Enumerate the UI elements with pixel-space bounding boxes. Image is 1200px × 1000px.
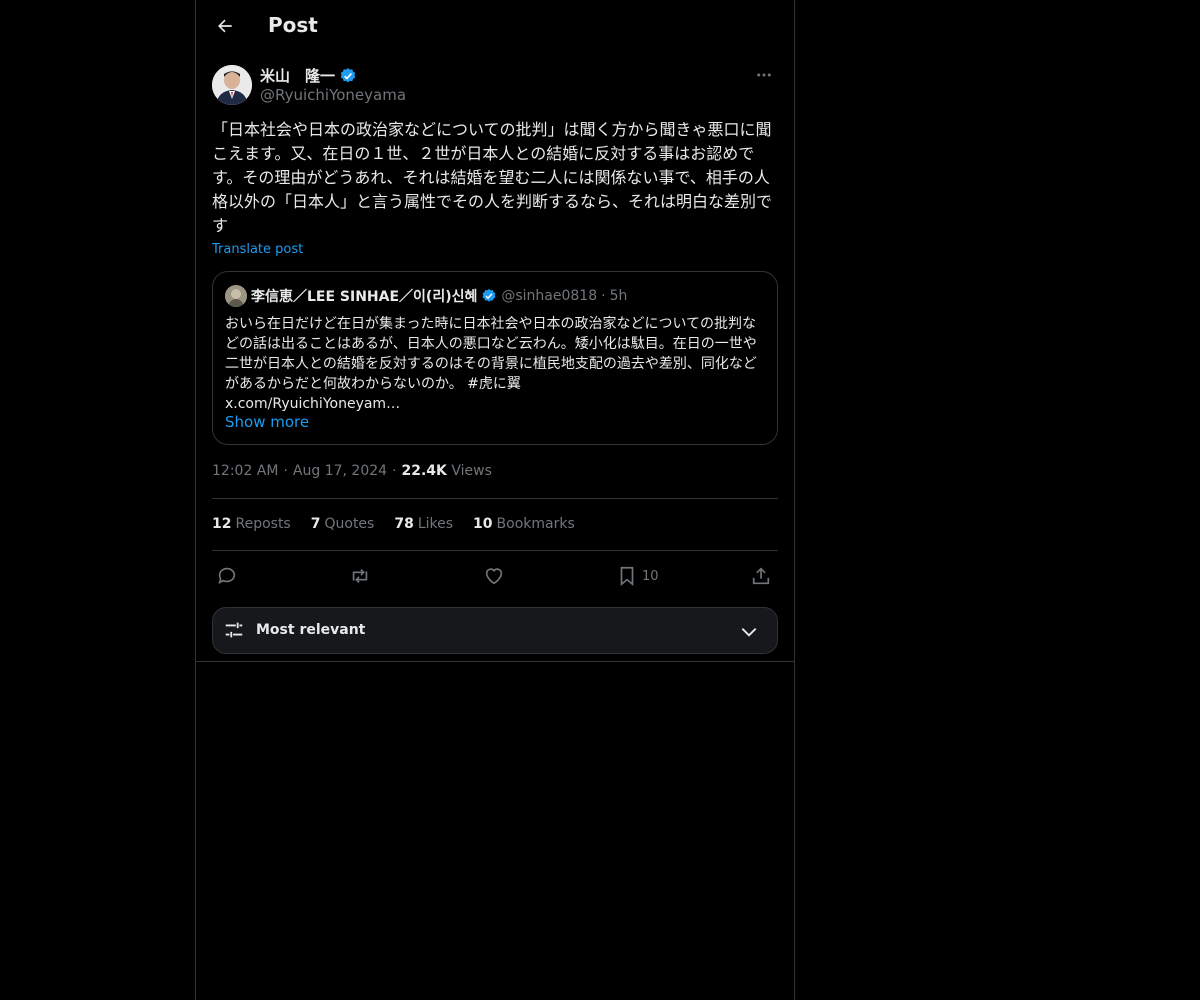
divider (212, 498, 778, 499)
divider (212, 550, 778, 551)
avatar-image (212, 65, 252, 105)
quotes-stat[interactable]: 7 Quotes (311, 516, 375, 532)
quotes-count: 7 (310, 516, 321, 532)
more-options-button[interactable] (750, 61, 778, 89)
verified-badge-icon (340, 67, 356, 82)
separator-dot: · (283, 463, 288, 479)
back-button[interactable] (208, 9, 242, 43)
translate-post-link[interactable]: Translate post (212, 242, 303, 257)
bookmarks-count: 10 (473, 516, 493, 532)
bookmarks-stat[interactable]: 10 Bookmarks (473, 516, 575, 532)
views-label: Views (451, 463, 492, 479)
header: Post (196, 0, 794, 53)
likes-stat[interactable]: 78 Likes (394, 516, 453, 532)
like-button[interactable] (483, 562, 505, 590)
bookmarks-label: Bookmarks (496, 516, 575, 532)
divider (196, 661, 794, 662)
bookmark-button[interactable]: 10 (616, 562, 659, 590)
quoted-post-text: おいら在日だけど在日が集まった時に日本社会や日本の政治家などについての批判などの… (225, 316, 757, 412)
repost-button[interactable] (349, 562, 371, 590)
post-date[interactable]: Aug 17, 2024 (293, 463, 387, 479)
bookmark-icon (620, 566, 634, 587)
author-name[interactable]: 米山 隆一 (260, 65, 335, 86)
share-button[interactable] (750, 562, 772, 590)
main-column: Post 米山 隆一 @RyuichiYoneyama 「日本社会や日本の政治家… (195, 0, 795, 1000)
views-stat: 22.4K Views (402, 463, 492, 479)
views-count: 22.4K (401, 463, 447, 479)
reply-button[interactable] (216, 562, 238, 590)
reposts-label: Reposts (235, 516, 291, 532)
heart-icon (485, 568, 503, 585)
bookmark-count: 10 (642, 568, 659, 584)
verified-badge-icon (482, 289, 496, 302)
quoted-post[interactable]: 李信恵／LEE SINHAE／이(리)신혜 @sinhae0818 · 5h お… (212, 271, 778, 445)
show-more-link[interactable]: Show more (225, 413, 309, 431)
quotes-label: Quotes (324, 516, 375, 532)
arrow-left-icon (218, 19, 232, 33)
share-icon (752, 567, 770, 585)
reposts-stat[interactable]: 12 Reposts (212, 516, 291, 532)
engagement-stats: 12 Reposts 7 Quotes 78 Likes 10 Bookmarks (212, 516, 575, 532)
avatar[interactable] (212, 65, 252, 105)
sort-label: Most relevant (256, 622, 366, 638)
reply-icon (218, 567, 236, 584)
more-horizontal-icon (757, 73, 771, 77)
separator-dot: · (601, 288, 606, 304)
action-bar: 10 (212, 562, 778, 590)
page-title: Post (268, 13, 318, 37)
post-author: 米山 隆一 @RyuichiYoneyama (212, 65, 778, 107)
author-handle[interactable]: @RyuichiYoneyama (260, 86, 406, 104)
sliders-icon (225, 622, 243, 638)
chevron-down-icon (741, 628, 757, 637)
quoted-avatar-image (225, 285, 247, 307)
quoted-author-handle: @sinhae0818 (501, 288, 598, 304)
author-name-row: 米山 隆一 (260, 65, 357, 86)
sort-replies-dropdown[interactable]: Most relevant (212, 607, 778, 654)
reposts-count: 12 (212, 516, 232, 532)
repost-icon (352, 568, 368, 584)
quoted-avatar (225, 285, 247, 307)
post-meta: 12:02 AM · Aug 17, 2024 · 22.4K Views (212, 463, 492, 479)
likes-label: Likes (417, 516, 454, 532)
separator-dot: · (392, 463, 397, 479)
quoted-author-name: 李信恵／LEE SINHAE／이(리)신혜 (251, 289, 478, 305)
post-time[interactable]: 12:02 AM (212, 463, 278, 479)
likes-count: 78 (394, 516, 414, 532)
post-text: 「日本社会や日本の政治家などについての批判」は聞く方から聞きゃ悪口に聞こえます。… (212, 120, 773, 235)
quoted-post-header: 李信恵／LEE SINHAE／이(리)신혜 @sinhae0818 · 5h (225, 285, 627, 307)
quoted-post-time: 5h (609, 288, 628, 304)
